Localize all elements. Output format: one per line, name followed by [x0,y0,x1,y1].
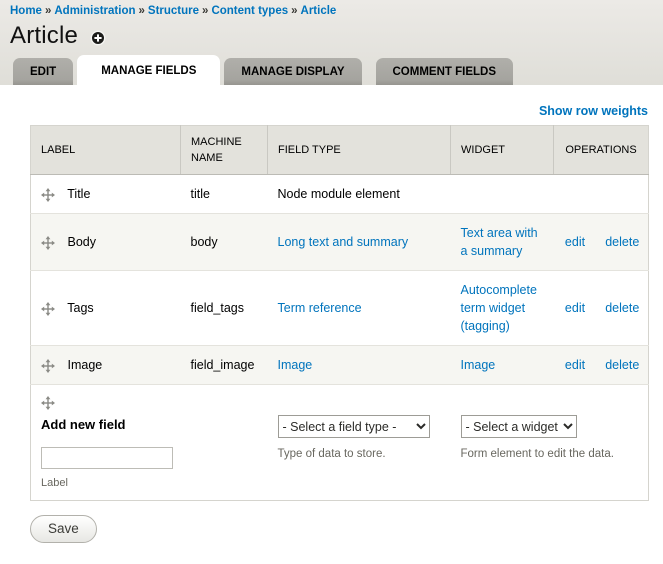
table-header-row: LABEL MACHINE NAME FIELD TYPE WIDGET OPE… [30,125,649,175]
field-type-link[interactable]: Image [278,358,313,372]
field-label: Body [67,235,96,249]
field-type-select[interactable]: - Select a field type - [277,415,430,438]
edit-link[interactable]: edit [565,301,585,315]
new-field-label-caption: Label [41,477,68,489]
field-machine-name: body [180,213,268,271]
field-widget [450,174,554,214]
field-type-link[interactable]: Term reference [278,301,362,315]
breadcrumb: Home» Administration» Structure» Content ty… [0,3,663,17]
manage-fields-table: LABEL MACHINE NAME FIELD TYPE WIDGET OPE… [30,125,649,501]
main-content: Show row weights LABEL MACHINE NAME FIEL… [0,85,663,501]
drag-handle-icon[interactable] [41,235,55,250]
form-actions: Save [0,501,663,543]
add-new-field-row: Add new field Label - Select a field typ… [30,384,649,501]
table-row-title: Title title Node module element [30,174,649,214]
field-machine-name: title [180,174,268,214]
column-header-widget: WIDGET [450,125,554,175]
field-label: Title [67,187,91,201]
save-button[interactable]: Save [30,515,97,543]
tab-edit[interactable]: EDIT [13,58,74,85]
field-machine-name: field_image [180,345,268,385]
field-type-description: Type of data to store. [277,448,386,460]
show-row-weights-link[interactable]: Show row weights [539,104,648,118]
page-title: Article [10,22,79,49]
field-type-link[interactable]: Long text and summary [278,235,409,249]
field-widget-link[interactable]: Image [461,358,496,372]
edit-link[interactable]: edit [565,235,585,249]
column-header-operations: OPERATIONS [553,125,649,175]
breadcrumb-link-content-types[interactable]: Content types [211,5,288,17]
widget-select[interactable]: - Select a widget - [460,415,577,438]
breadcrumb-link-administration[interactable]: Administration [54,5,135,17]
edit-link[interactable]: edit [565,358,585,372]
drag-handle-icon[interactable] [41,301,55,316]
table-row-body: Body body Long text and summary Text are… [30,213,649,271]
breadcrumb-link-home[interactable]: Home [10,5,42,17]
column-header-label: LABEL [30,125,181,175]
column-header-field-type: FIELD TYPE [267,125,451,175]
delete-link[interactable]: delete [605,235,639,249]
field-type: Node module element [267,174,451,214]
delete-link[interactable]: delete [605,358,639,372]
drag-handle-icon[interactable] [41,395,55,410]
field-widget-link[interactable]: Autocomplete term widget (tagging) [461,283,537,333]
page-header: Home» Administration» Structure» Content ty… [0,0,663,85]
add-shortcut-icon[interactable] [90,30,106,46]
breadcrumb-link-structure[interactable]: Structure [148,5,199,17]
widget-description: Form element to edit the data. [460,448,614,460]
column-header-machine-name: MACHINE NAME [180,125,268,175]
drag-handle-icon[interactable] [41,358,55,373]
primary-tabs: EDIT MANAGE FIELDS MANAGE DISPLAY COMMEN… [0,51,663,85]
table-row-tags: Tags field_tags Term reference Autocompl… [30,270,649,346]
field-label: Image [67,358,103,372]
breadcrumb-separator: » [44,5,52,17]
field-machine-name: field_tags [180,270,268,346]
breadcrumb-separator: » [138,5,145,17]
field-label: Tags [67,301,94,315]
tab-manage-fields[interactable]: MANAGE FIELDS [77,55,221,85]
drag-handle-icon[interactable] [41,187,55,202]
tab-manage-display[interactable]: MANAGE DISPLAY [224,58,362,85]
new-field-label-input[interactable] [41,447,173,469]
delete-link[interactable]: delete [605,301,639,315]
table-row-image: Image field_image Image Image edit delet… [30,345,649,385]
field-widget-link[interactable]: Text area with a summary [461,226,538,258]
breadcrumb-separator: » [202,5,209,17]
breadcrumb-separator: » [291,5,298,17]
add-new-field-title: Add new field [41,417,126,432]
tab-comment-fields[interactable]: COMMENT FIELDS [375,58,513,85]
breadcrumb-link-article[interactable]: Article [301,5,337,17]
